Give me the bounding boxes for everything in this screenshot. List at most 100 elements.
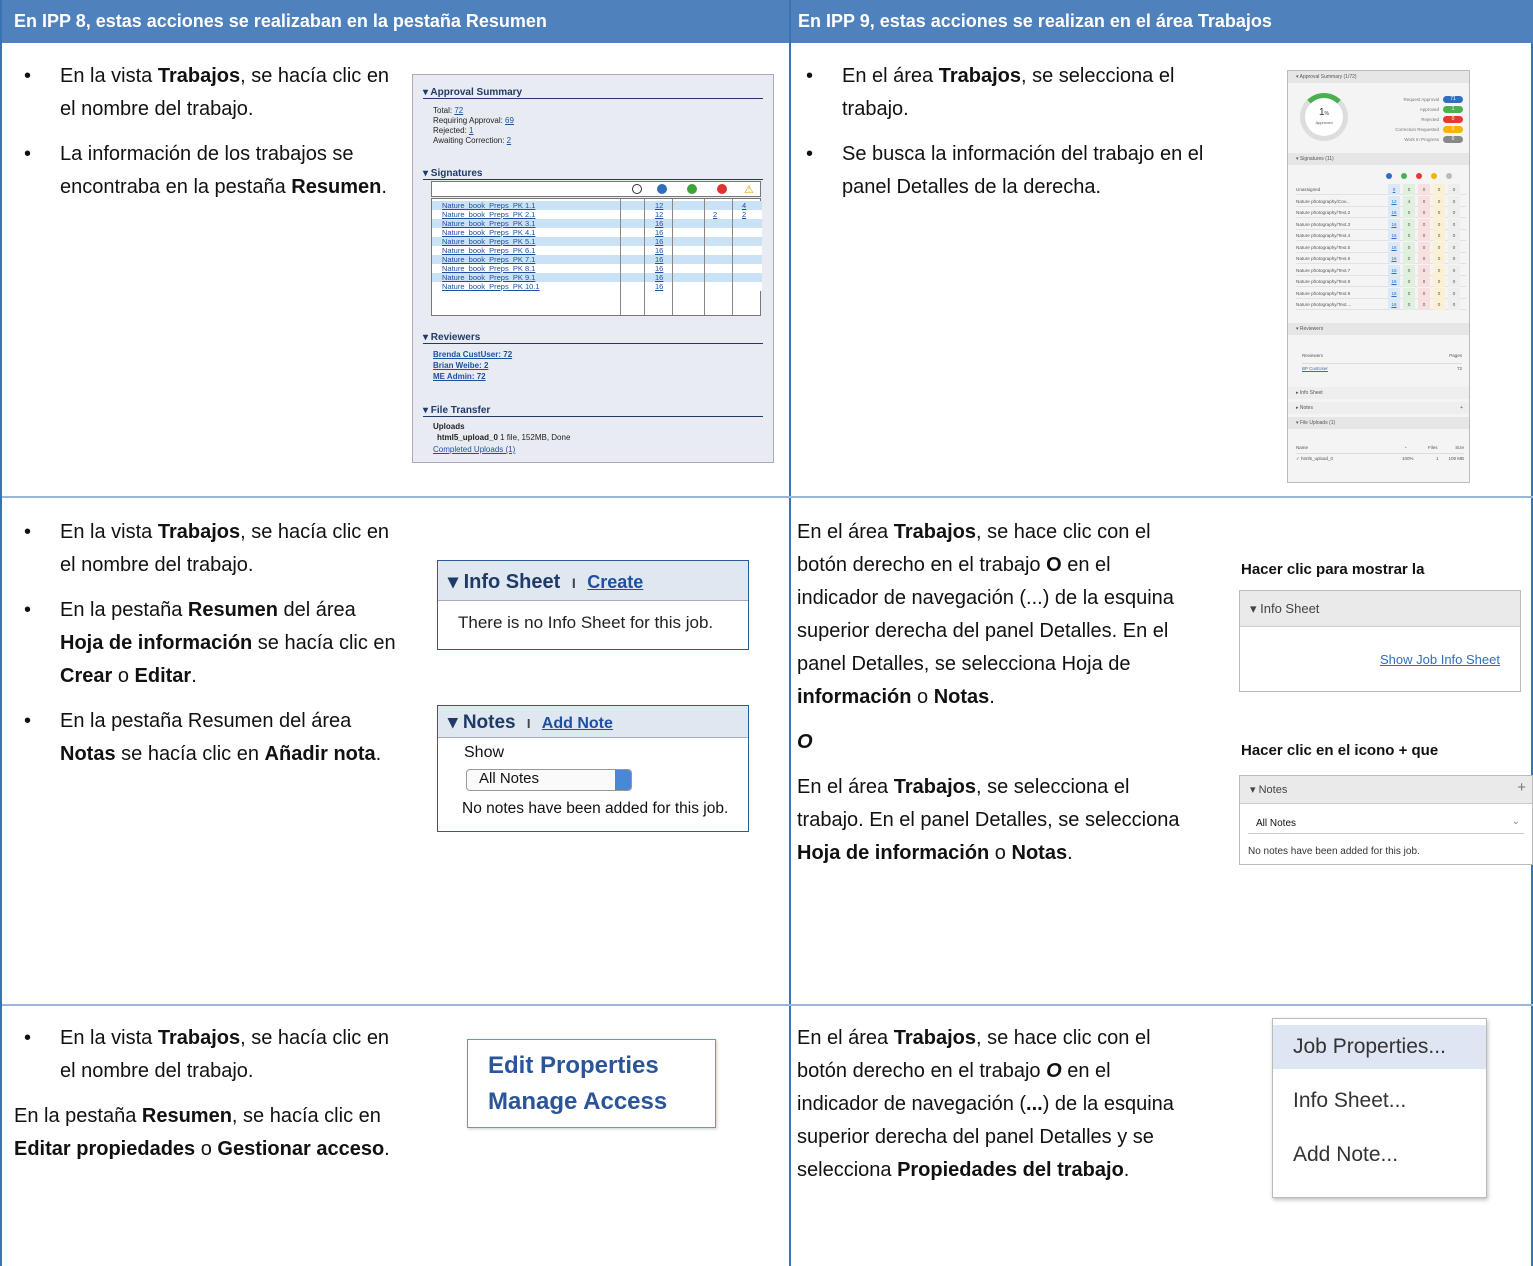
- table-row[interactable]: Unassigned 0 0 0 0 0: [1296, 184, 1466, 195]
- manage-access-link[interactable]: Manage Access: [488, 1088, 667, 1116]
- signature-count[interactable]: 16: [1388, 230, 1400, 241]
- signature-count[interactable]: 16: [1388, 207, 1400, 218]
- notes-header[interactable]: ▾ Notes +: [1240, 776, 1532, 804]
- menu-item-add-note[interactable]: Add Note...: [1273, 1133, 1486, 1177]
- table-row[interactable]: Nature photography/Text.8 16 0 0 0 0: [1296, 276, 1466, 287]
- signature-count: 0: [1403, 230, 1415, 241]
- signature-count[interactable]: 16: [1388, 253, 1400, 264]
- menu-item-job-properties[interactable]: Job Properties...: [1273, 1025, 1486, 1069]
- signature-name: Nature photography/Text....: [1296, 302, 1352, 307]
- table-row[interactable]: Nature photography/Text.2 16 0 0 0 0: [1296, 207, 1466, 218]
- signature-count[interactable]: 16: [1388, 276, 1400, 287]
- table-row[interactable]: Nature photography/Text.4 16 0 0 0 0: [1296, 230, 1466, 241]
- approval-summary-section[interactable]: ▾ Approval Summary (1/72): [1288, 71, 1469, 83]
- table-row[interactable]: Nature photography/Text.5 16 0 0 0 0: [1296, 241, 1466, 253]
- signature-count[interactable]: 16: [1388, 299, 1400, 310]
- table-row[interactable]: Nature photography/Text.... 16 0 0 0 0: [1296, 299, 1466, 310]
- signature-count: 0: [1433, 287, 1445, 299]
- signature-count-link[interactable]: 12: [655, 210, 663, 219]
- edit-properties-link[interactable]: Edit Properties: [488, 1052, 659, 1080]
- menu-item-info-sheet[interactable]: Info Sheet...: [1273, 1079, 1486, 1123]
- new-info-sheet-box: ▾ Info Sheet Show Job Info Sheet: [1239, 590, 1521, 692]
- signature-count[interactable]: 16: [1388, 241, 1400, 253]
- signature-count-link[interactable]: 16: [655, 228, 663, 237]
- add-note-icon[interactable]: +: [1460, 402, 1463, 414]
- signature-count-link[interactable]: 16: [655, 255, 663, 264]
- correction-count-link[interactable]: 4: [742, 201, 746, 210]
- signature-count-link[interactable]: 16: [655, 219, 663, 228]
- signature-link[interactable]: Nature_book_Preps_PK 6.1: [442, 246, 535, 255]
- signature-count: 0: [1448, 195, 1460, 207]
- signature-link[interactable]: Nature_book_Preps_PK 9.1: [442, 273, 535, 282]
- table-row[interactable]: Nature photography/Text.7 16 0 0 0 0: [1296, 264, 1466, 276]
- status-badge[interactable]: 0: [1443, 126, 1463, 133]
- signature-name: Nature photography/Text.4: [1296, 233, 1351, 238]
- completed-uploads-link[interactable]: Completed Uploads (1): [433, 445, 515, 454]
- info-sheet-header[interactable]: ▾ Info Sheet: [1240, 591, 1520, 627]
- list-item: • En el área Trabajos, se selecciona el t…: [806, 65, 1175, 120]
- status-label: Correction Requested: [1395, 127, 1439, 132]
- signature-count[interactable]: 16: [1388, 218, 1400, 230]
- reviewer-link[interactable]: Brian Weibe: 2: [433, 361, 488, 370]
- signature-link[interactable]: Nature_book_Preps_PK 8.1: [442, 264, 535, 273]
- signature-link[interactable]: Nature_book_Preps_PK 3.1: [442, 219, 535, 228]
- file-uploads-section[interactable]: ▾ File Uploads (1): [1288, 417, 1469, 429]
- signature-name: Nature photography/Text.9: [1296, 290, 1351, 296]
- correction-count-link[interactable]: 2: [742, 210, 746, 219]
- signature-link[interactable]: Nature_book_Preps_PK 5.1: [442, 237, 535, 246]
- signature-count: 0: [1448, 276, 1460, 287]
- signature-link[interactable]: Nature_book_Preps_PK 1.1: [442, 201, 535, 210]
- signature-link[interactable]: Nature_book_Preps_PK 10.1: [442, 282, 540, 291]
- table-header: En IPP 8, estas acciones se realizaban e…: [2, 0, 1533, 43]
- uploads-header: Name ◔ Files Size: [1296, 445, 1464, 450]
- signature-count[interactable]: 0: [1388, 184, 1400, 195]
- status-label: Approved: [1419, 107, 1439, 112]
- reviewer-link[interactable]: ME Admin: 72: [433, 372, 486, 381]
- signature-link[interactable]: Nature_book_Preps_PK 7.1: [442, 255, 535, 264]
- list-item: • En la pestaña Resumen del área Hoja de …: [24, 599, 396, 687]
- table-row: Nature_book_Preps_PK 5.1 16: [432, 237, 762, 246]
- table-row[interactable]: Nature photography/Text.6 16 0 0 0 0: [1296, 253, 1466, 264]
- signature-count: 0: [1433, 299, 1445, 310]
- status-badge[interactable]: 0: [1443, 136, 1463, 143]
- table-row[interactable]: Nature photography/Text.3 16 0 0 0 0: [1296, 218, 1466, 230]
- reviewer-link[interactable]: BP CustUser: [1302, 366, 1328, 371]
- status-badge[interactable]: 71: [1443, 96, 1463, 103]
- requiring-link[interactable]: 69: [505, 116, 514, 125]
- signature-count[interactable]: 12: [1388, 195, 1400, 207]
- signature-count-link[interactable]: 16: [655, 273, 663, 282]
- signature-count-link[interactable]: 12: [655, 201, 663, 210]
- signature-count[interactable]: 16: [1388, 287, 1400, 299]
- signature-count[interactable]: 16: [1388, 264, 1400, 276]
- show-job-info-sheet-link[interactable]: Show Job Info Sheet: [1380, 652, 1500, 667]
- table-row[interactable]: Nature photography/Text.9 16 0 0 0 0: [1296, 287, 1466, 299]
- rejected-link[interactable]: 1: [469, 126, 473, 135]
- signatures-section[interactable]: ▾ Signatures (11): [1288, 153, 1469, 165]
- signature-count: 0: [1433, 264, 1445, 276]
- table-column-divider: [620, 199, 621, 315]
- reviewers-section[interactable]: ▾ Reviewers: [1288, 323, 1469, 335]
- notes-filter-select[interactable]: All Notes ⌄: [1248, 814, 1524, 834]
- signature-count-link[interactable]: 16: [655, 282, 663, 291]
- add-note-link[interactable]: Add Note: [542, 715, 613, 732]
- signature-count: 0: [1448, 184, 1460, 195]
- signature-link[interactable]: Nature_book_Preps_PK 4.1: [442, 228, 535, 237]
- signature-count-link[interactable]: 16: [655, 246, 663, 255]
- create-link[interactable]: Create: [587, 572, 643, 592]
- status-badge[interactable]: 1: [1443, 106, 1463, 113]
- signature-count-link[interactable]: 16: [655, 237, 663, 246]
- total-link[interactable]: 72: [454, 106, 463, 115]
- reviewer-link[interactable]: Brenda CustUser: 72: [433, 350, 512, 359]
- notes-section[interactable]: ▸ Notes +: [1288, 402, 1469, 414]
- notes-hint-text: Hacer clic en el icono + que: [1241, 742, 1439, 759]
- table-row[interactable]: Nature photography/Cov... 12 4 0 0 0: [1296, 195, 1466, 207]
- notes-filter-select[interactable]: All Notes: [466, 769, 632, 791]
- signature-count: 0: [1433, 230, 1445, 241]
- add-note-icon[interactable]: +: [1517, 779, 1526, 796]
- status-badge[interactable]: 0: [1443, 116, 1463, 123]
- signature-link[interactable]: Nature_book_Preps_PK 2.1: [442, 210, 535, 219]
- signature-count-link[interactable]: 16: [655, 264, 663, 273]
- rejected-count-link[interactable]: 2: [713, 210, 717, 219]
- awaiting-link[interactable]: 2: [507, 136, 511, 145]
- info-sheet-section[interactable]: ▸ Info Sheet: [1288, 387, 1469, 399]
